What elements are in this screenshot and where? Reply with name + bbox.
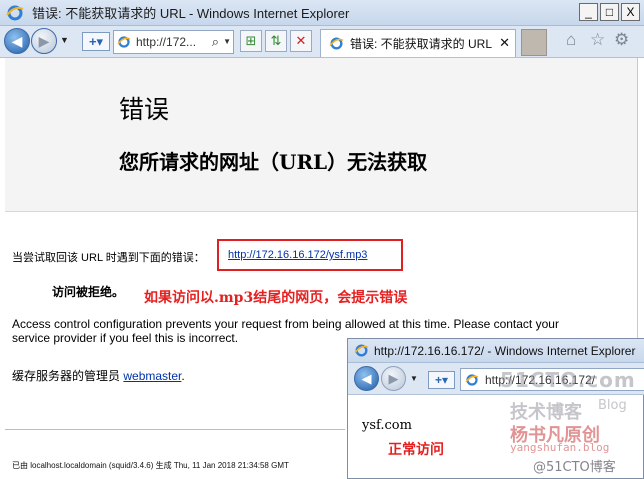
forward-button[interactable]: ▶ xyxy=(31,28,57,54)
overlay-forward-button[interactable]: ▶ xyxy=(381,366,406,391)
tab-error-page[interactable]: 错误: 不能获取请求的 URL ✕ xyxy=(320,29,516,57)
overlay-site-text: ysf.com xyxy=(362,418,412,433)
watermark-51cto: 51CTO.com xyxy=(500,368,636,392)
overlay-annotation: 正常访问 xyxy=(388,442,444,458)
attempt-text: 当尝试取回该 URL 时遇到下面的错误： xyxy=(12,252,205,264)
admin-line: 缓存服务器的管理员 webmaster. xyxy=(12,367,185,384)
page-ie-icon xyxy=(117,36,131,48)
window-title: 错误: 不能获取请求的 URL - Windows Internet Explo… xyxy=(32,6,350,21)
search-icon[interactable]: ⌕ xyxy=(212,34,219,50)
tab-ie-icon xyxy=(329,37,344,50)
address-url: http://172... xyxy=(136,35,197,49)
tab-close-icon[interactable]: ✕ xyxy=(499,35,510,51)
history-dropdown-icon[interactable]: ▼ xyxy=(60,35,69,45)
overlay-page-ie-icon xyxy=(465,373,479,386)
footer-text: 已由 localhost.localdomain (squid/3.4.6) 生… xyxy=(12,461,289,470)
favorites-star-icon[interactable]: ☆ xyxy=(590,30,605,50)
address-bar[interactable]: http://172... ⌕ ▼ xyxy=(113,30,234,54)
footer-divider xyxy=(5,429,345,430)
overlay-window-title: http://172.16.16.172/ - Windows Internet… xyxy=(374,343,636,358)
back-arrow-icon: ◀ xyxy=(11,32,23,49)
access-denied-label: 访问被拒绝。 xyxy=(52,285,125,299)
error-header: 错误 您所请求的网址（URL）无法获取 xyxy=(5,58,637,212)
overlay-title-bar: http://172.16.16.172/ - Windows Internet… xyxy=(348,339,644,363)
new-tab-button[interactable] xyxy=(521,29,547,56)
error-annotation: 如果访问以.mp3结尾的网页，会提示错误 xyxy=(144,290,408,306)
forward-arrow-icon: ▶ xyxy=(38,32,50,49)
overlay-back-button[interactable]: ◀ xyxy=(354,366,379,391)
admin-prefix: 缓存服务器的管理员 xyxy=(12,369,121,383)
admin-suffix: . xyxy=(181,369,185,383)
address-dropdown-icon[interactable]: ▼ xyxy=(223,37,231,46)
page-title: 错误 xyxy=(119,95,170,124)
maximize-button[interactable]: □ xyxy=(600,3,619,21)
overlay-ie-icon xyxy=(354,344,369,357)
settings-gear-icon[interactable]: ⚙ xyxy=(614,30,629,50)
overlay-history-dropdown-icon[interactable]: ▼ xyxy=(410,374,418,383)
close-window-button[interactable]: X xyxy=(621,3,640,21)
home-icon[interactable]: ⌂ xyxy=(566,30,576,50)
tab-label: 错误: 不能获取请求的 URL xyxy=(350,37,493,51)
webmaster-link[interactable]: webmaster xyxy=(123,369,181,383)
refresh-button[interactable]: ⇅ xyxy=(265,30,287,52)
watermark-blog: Blog xyxy=(598,398,627,413)
title-bar: 错误: 不能获取请求的 URL - Windows Internet Explo… xyxy=(0,0,644,26)
back-button[interactable]: ◀ xyxy=(4,28,30,54)
compat-view-button[interactable]: ⊞ xyxy=(240,30,262,52)
watermark-51cto-blog: @51CTO博客 xyxy=(533,460,616,475)
forward-arrow-icon: ▶ xyxy=(388,370,399,386)
page-subtitle: 您所请求的网址（URL）无法获取 xyxy=(119,150,428,174)
back-arrow-icon: ◀ xyxy=(361,370,372,386)
watermark-author-url: yangshufan.blog xyxy=(510,441,610,454)
overlay-addon-button[interactable]: +▾ xyxy=(428,371,455,389)
addon-button[interactable]: +▾ xyxy=(82,32,110,51)
ie-logo-icon xyxy=(6,5,24,20)
stop-button[interactable]: ✕ xyxy=(290,30,312,52)
requested-url-link[interactable]: http://172.16.16.172/ysf.mp3 xyxy=(228,249,367,261)
navigation-bar: ◀ ▶ ▼ +▾ http://172... ⌕ ▼ ⊞ ⇅ ✕ 错误: 不能获… xyxy=(0,26,644,58)
minimize-button[interactable]: _ xyxy=(579,3,598,21)
